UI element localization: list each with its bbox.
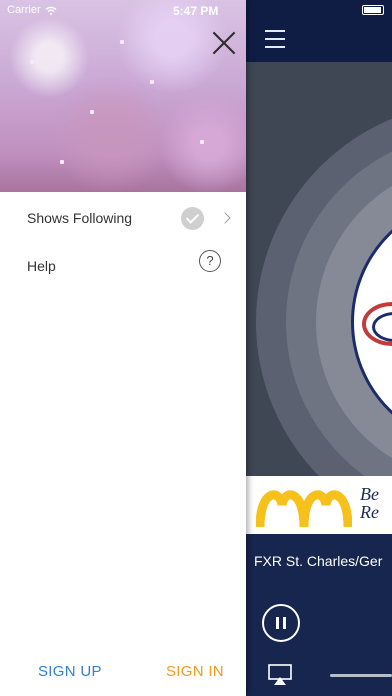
confetti-decoration (60, 160, 64, 164)
menu-item-help[interactable]: Help ? (0, 243, 246, 291)
close-icon[interactable] (212, 31, 236, 55)
sign-up-button[interactable]: SIGN UP (38, 663, 102, 680)
station-artwork (246, 62, 392, 476)
volume-slider[interactable] (330, 674, 392, 677)
status-time: 5:47 PM (173, 4, 219, 18)
menu-item-label: Shows Following (27, 210, 133, 226)
confetti-decoration (200, 140, 204, 144)
menu-drawer: Carrier 5:47 PM Shows Following Help ? S… (0, 0, 246, 696)
question-circle-icon: ? (199, 250, 221, 272)
confetti-decoration (120, 40, 124, 44)
confetti-decoration (90, 110, 94, 114)
station-name: FXR St. Charles/Ger (254, 553, 383, 569)
status-carrier: Carrier (7, 4, 57, 16)
pause-button[interactable] (262, 604, 300, 642)
checkmark-circle-icon (181, 207, 204, 230)
ad-banner[interactable]: Be Re (246, 476, 392, 534)
menu-item-shows-following[interactable]: Shows Following (0, 195, 246, 243)
confetti-decoration (150, 80, 154, 84)
airplay-icon[interactable] (268, 664, 292, 686)
mcdonalds-logo-icon (256, 490, 352, 528)
player-header (246, 0, 392, 62)
confetti-decoration (30, 60, 34, 64)
player-panel: Be Re FXR St. Charles/Ger (246, 0, 392, 696)
drawer-hero-image: Carrier 5:47 PM (0, 0, 246, 192)
ad-text: Be Re (360, 484, 379, 522)
chevron-right-icon (219, 212, 231, 224)
battery-icon (362, 5, 384, 15)
wifi-icon (45, 6, 57, 15)
carrier-label: Carrier (7, 4, 41, 16)
menu-item-label: Help (27, 258, 56, 274)
hamburger-menu-icon[interactable] (265, 30, 285, 48)
sign-in-button[interactable]: SIGN IN (166, 663, 224, 680)
